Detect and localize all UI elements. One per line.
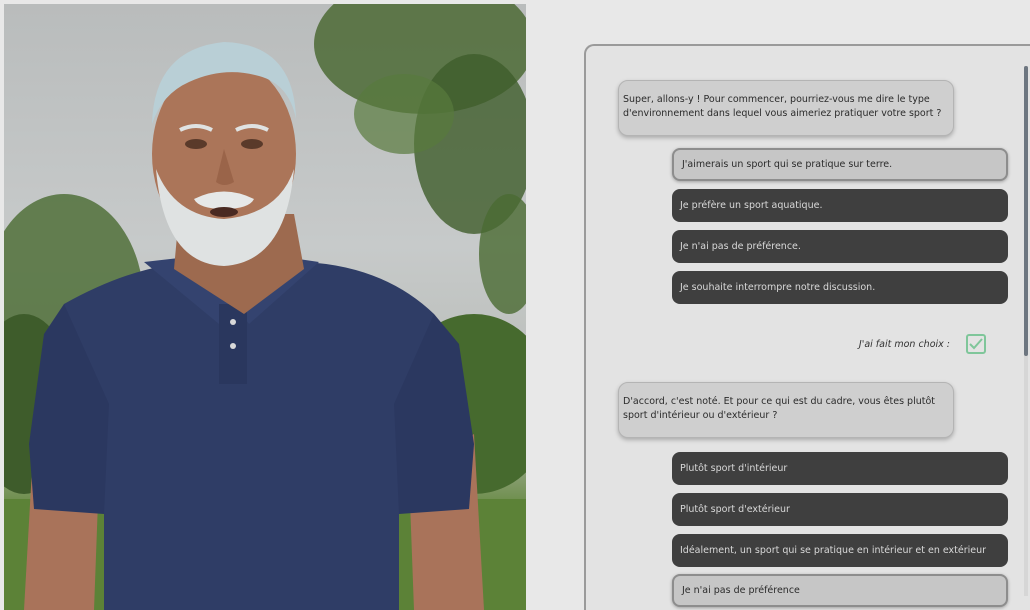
confirm-choice-label: J'ai fait mon choix : [858,338,950,350]
bot-message-2: D'accord, c'est noté. Et pour ce qui est… [618,382,954,438]
option-label: Idéalement, un sport qui se pratique en … [680,545,987,556]
chat-scrollbar-thumb[interactable] [1024,66,1028,356]
confirm-choice-row: J'ai fait mon choix : [836,332,986,356]
bot-message-1: Super, allons-y ! Pour commencer, pourri… [618,80,954,136]
chat-scrollbar-track[interactable] [1024,66,1028,596]
checkmark-icon [969,338,983,350]
avatar-scene [4,4,526,610]
option-label: Je souhaite interrompre notre discussion… [680,282,876,293]
chat-window[interactable]: Super, allons-y ! Pour commencer, pourri… [584,44,1030,610]
confirm-choice-checkbox[interactable] [966,334,986,354]
option-interrompre[interactable]: Je souhaite interrompre notre discussion… [672,271,1008,304]
option-label: Je préfère un sport aquatique. [680,200,823,211]
option-sport-aquatique[interactable]: Je préfère un sport aquatique. [672,189,1008,222]
option-sport-terre[interactable]: J'aimerais un sport qui se pratique sur … [672,148,1008,181]
option-sport-exterieur[interactable]: Plutôt sport d'extérieur [672,493,1008,526]
option-sport-interieur[interactable]: Plutôt sport d'intérieur [672,452,1008,485]
option-pas-de-preference-1[interactable]: Je n'ai pas de préférence. [672,230,1008,263]
avatar-illustration [4,4,526,610]
option-label: Plutôt sport d'intérieur [680,463,788,474]
option-label: Je n'ai pas de préférence. [680,241,801,252]
option-pas-de-preference-2[interactable]: Je n'ai pas de préférence [672,574,1008,607]
option-label: Je n'ai pas de préférence [682,585,800,596]
option-label: J'aimerais un sport qui se pratique sur … [682,159,893,170]
tree-foliage-right [314,4,526,314]
bot-message-2-text: D'accord, c'est noté. Et pour ce qui est… [623,396,935,421]
bot-message-1-text: Super, allons-y ! Pour commencer, pourri… [623,94,942,119]
option-interieur-et-exterieur[interactable]: Idéalement, un sport qui se pratique en … [672,534,1008,567]
option-label: Plutôt sport d'extérieur [680,504,790,515]
avatar-head [152,42,296,266]
